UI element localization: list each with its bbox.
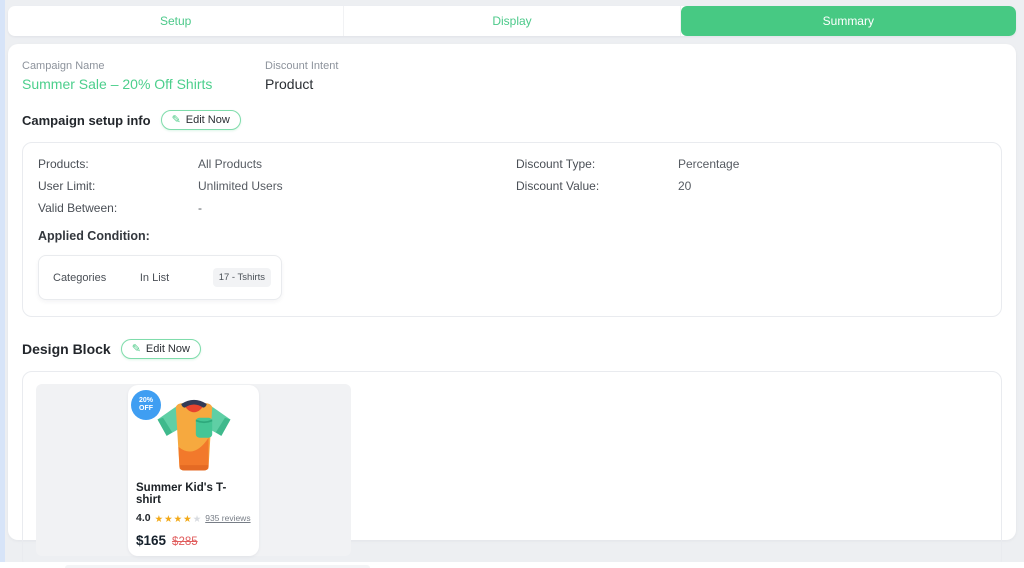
campaign-name-value: Summer Sale – 20% Off Shirts (22, 76, 213, 92)
tab-display[interactable]: Display (344, 6, 681, 36)
campaign-name-label: Campaign Name (22, 60, 105, 72)
product-title: Summer Kid's T-shirt (136, 481, 227, 506)
wizard-tabbar: Setup Display Summary (8, 6, 1016, 36)
edit-setup-button[interactable]: ✎ Edit Now (160, 110, 241, 130)
edit-design-button-label: Edit Now (145, 343, 190, 355)
rating-value: 4.0 (136, 511, 151, 524)
setup-section-header: Campaign setup info ✎ Edit Now (22, 110, 1002, 130)
campaign-header-row: Campaign Name Summer Sale – 20% Off Shir… (22, 60, 1002, 92)
discount-badge: 20% OFF (131, 389, 161, 420)
user-limit-value: Unlimited Users (198, 179, 283, 193)
discount-intent-value: Product (265, 76, 314, 92)
valid-between-value: - (198, 201, 202, 215)
campaign-name-field: Campaign Name Summer Sale – 20% Off Shir… (22, 60, 265, 92)
pencil-icon: ✎ (171, 113, 181, 126)
star-empty-icon: ★ (192, 513, 202, 525)
tshirt-illustration (157, 399, 230, 471)
original-price: $285 (172, 535, 198, 548)
page-bottom-strip (0, 562, 1024, 568)
discount-type-value: Percentage (678, 157, 740, 171)
design-preview-area: 20% OFF Summer Kid's T-shirt 4.0 ★★★★★ 9… (36, 384, 351, 556)
condition-field: Categories (53, 271, 107, 284)
current-price: $165 (136, 532, 167, 548)
discount-value-value: 20 (678, 179, 692, 193)
design-section-header: Design Block ✎ Edit Now (22, 339, 1002, 359)
discount-intent-field: Discount Intent Product (265, 60, 508, 92)
reviews-link[interactable]: 935 reviews (205, 513, 250, 523)
applied-condition-label: Applied Condition: (38, 229, 150, 243)
product-card[interactable]: 20% OFF Summer Kid's T-shirt 4.0 ★★★★★ 9… (128, 384, 259, 556)
product-price-line: $165 $285 (136, 533, 251, 548)
pencil-icon: ✎ (131, 342, 141, 355)
info-row: User Limit: Unlimited Users Discount Val… (38, 179, 986, 193)
star-rating-icons: ★★★★★ (155, 509, 202, 527)
design-block-box: 20% OFF Summer Kid's T-shirt 4.0 ★★★★★ 9… (22, 371, 1002, 568)
discount-type-label: Discount Type: (516, 157, 596, 171)
badge-off: OFF (139, 404, 153, 412)
design-section-title: Design Block (22, 341, 111, 357)
discount-intent-label: Discount Intent (265, 60, 339, 72)
tab-setup[interactable]: Setup (8, 6, 345, 36)
edit-design-button[interactable]: ✎ Edit Now (120, 339, 201, 359)
discount-value-label: Discount Value: (516, 179, 600, 193)
badge-percent: 20% (138, 396, 153, 404)
product-rating-line: 4.0 ★★★★★ 935 reviews (136, 509, 251, 527)
edit-setup-button-label: Edit Now (185, 114, 230, 126)
condition-card: Categories In List 17 - Tshirts (38, 255, 282, 300)
tab-summary[interactable]: Summary (680, 6, 1016, 36)
stars-filled-icon: ★★★★ (154, 513, 193, 525)
setup-info-box: Products: All Products Discount Type: Pe… (22, 142, 1002, 317)
user-limit-label: User Limit: (38, 179, 96, 193)
condition-value-chip: 17 - Tshirts (212, 268, 271, 287)
info-row: Products: All Products Discount Type: Pe… (38, 157, 986, 171)
info-row: Valid Between: - (38, 201, 986, 215)
setup-section-title: Campaign setup info (22, 112, 151, 128)
page-left-edge (0, 0, 5, 568)
condition-operator: In List (139, 271, 170, 284)
products-label: Products: (38, 157, 89, 171)
summary-panel: Campaign Name Summer Sale – 20% Off Shir… (8, 44, 1016, 568)
valid-between-label: Valid Between: (38, 201, 118, 215)
products-value: All Products (198, 157, 263, 171)
setup-info-grid: Products: All Products Discount Type: Pe… (38, 157, 986, 215)
